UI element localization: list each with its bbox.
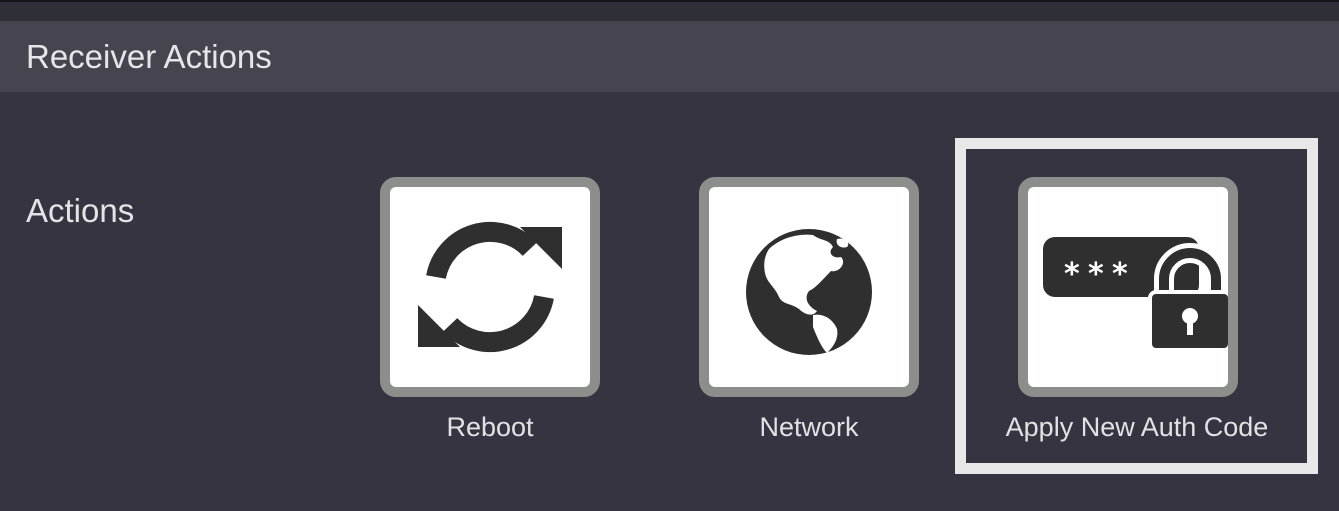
top-strip — [0, 0, 1339, 21]
reboot-label: Reboot — [446, 412, 534, 442]
network-label: Network — [759, 412, 859, 442]
selection-highlight — [955, 138, 1318, 474]
reboot-icon — [418, 221, 562, 353]
actions-label: Actions — [26, 192, 135, 229]
network-button[interactable] — [699, 177, 919, 397]
section-header: Receiver Actions — [0, 21, 1339, 92]
reboot-button[interactable] — [380, 177, 600, 397]
globe-icon — [746, 229, 872, 355]
page-title: Receiver Actions — [26, 38, 272, 75]
